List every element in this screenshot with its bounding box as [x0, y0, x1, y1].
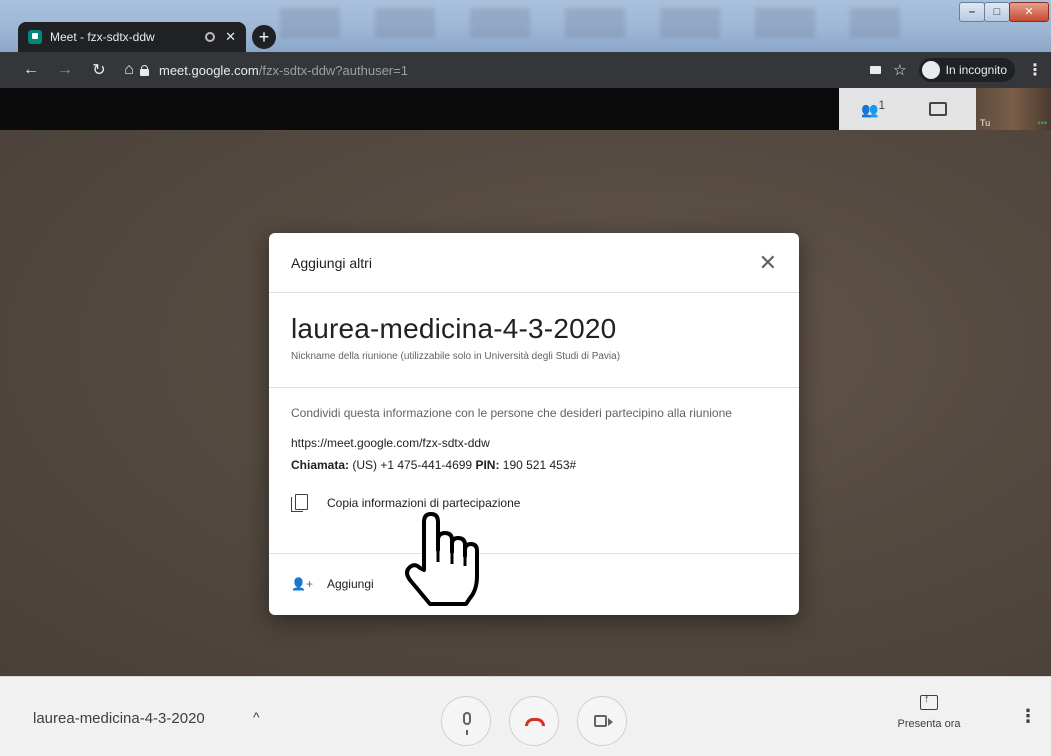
meeting-name-section: laurea-medicina-4-3-2020 Nickname della … [269, 293, 799, 388]
copy-label: Copia informazioni di partecipazione [327, 496, 521, 510]
pin-value: 190 521 453# [499, 458, 577, 472]
add-label: Aggiungi [326, 577, 374, 591]
meeting-details-name[interactable]: laurea-medicina-4-3-2020 [33, 710, 205, 727]
more-options-icon[interactable]: ⋮ [1019, 707, 1037, 725]
recording-indicator-icon [205, 32, 216, 42]
bookmark-star-icon[interactable]: ☆ [893, 61, 906, 79]
back-arrow-icon[interactable]: ← [18, 61, 44, 79]
maximize-icon: □ [993, 6, 1001, 18]
address-bar[interactable]: meet.google.com/fzx-sdtx-ddw?authuser=1 [140, 57, 840, 83]
pin-label: PIN: [475, 458, 500, 472]
phone-hangup-icon [525, 718, 545, 726]
joining-info-section: Condividi questa informazione con le per… [269, 388, 799, 554]
browser-tab-meet[interactable]: Meet - fzx-sdtx-ddw ✕ [18, 22, 246, 52]
close-icon: ✕ [1024, 6, 1034, 18]
nickname-note: Nickname della riunione (utilizzabile so… [291, 351, 621, 362]
microphone-icon [463, 712, 471, 735]
copy-joining-info-button[interactable]: Copia informazioni di partecipazione [291, 494, 777, 512]
minimize-icon: – [968, 6, 976, 18]
people-icon[interactable]: 👥1 [861, 99, 885, 119]
self-label: Tu [980, 118, 991, 128]
dialog-header: Aggiungi altri ✕ [269, 233, 799, 293]
dialog-title: Aggiungi altri [291, 254, 372, 271]
join-url: https://meet.google.com/fzx-sdtx-ddw [291, 436, 490, 450]
microphone-button[interactable] [441, 696, 491, 746]
add-people-dialog: Aggiungi altri ✕ laurea-medicina-4-3-202… [269, 233, 799, 615]
copy-icon [291, 494, 308, 512]
camera-button[interactable] [577, 696, 627, 746]
add-person-icon: 👤+ [291, 577, 313, 591]
dial-label: Chiamata: [291, 458, 350, 472]
background-window-blur [280, 8, 900, 38]
meeting-nickname: laurea-medicina-4-3-2020 [291, 313, 617, 344]
browser-menu-icon[interactable]: ⋮ [1027, 60, 1043, 80]
self-video-tile[interactable]: Tu ••• [976, 88, 1051, 130]
share-instructions: Condividi questa informazione con le per… [291, 406, 732, 420]
incognito-badge[interactable]: In incognito [918, 58, 1015, 82]
window-maximize-button[interactable]: □ [984, 2, 1010, 22]
browser-toolbar: ← → ↻ ⌂ meet.google.com/fzx-sdtx-ddw?aut… [0, 52, 1051, 88]
incognito-icon [921, 61, 940, 79]
leave-call-button[interactable] [509, 696, 559, 746]
dialog-close-icon[interactable]: ✕ [759, 251, 777, 274]
tab-title: Meet - fzx-sdtx-ddw [50, 30, 155, 44]
present-label: Presenta ora [897, 718, 961, 730]
chevron-up-icon[interactable]: ^ [253, 709, 260, 725]
window-titlebar: Meet - fzx-sdtx-ddw ✕ + – □ ✕ [0, 0, 1051, 52]
chat-icon[interactable] [928, 102, 947, 116]
url-path: /fzx-sdtx-ddw?authuser=1 [258, 62, 408, 78]
audio-indicator-icon: ••• [1037, 118, 1047, 128]
window-minimize-button[interactable]: – [959, 2, 985, 22]
camera-in-use-icon[interactable] [870, 66, 882, 74]
video-camera-icon [594, 715, 613, 727]
new-tab-button[interactable]: + [252, 25, 276, 49]
window-close-button[interactable]: ✕ [1009, 2, 1049, 22]
meet-bottom-bar: laurea-medicina-4-3-2020 ^ Presenta ora … [0, 676, 1051, 756]
meet-favicon-icon [28, 30, 42, 44]
present-screen-icon [920, 693, 938, 710]
url-host: meet.google.com [159, 62, 259, 78]
dial-number: (US) +1 475-441-4699 [349, 458, 476, 472]
present-now-button[interactable]: Presenta ora [888, 693, 970, 730]
forward-arrow-icon[interactable]: → [52, 61, 78, 79]
dial-in-line: Chiamata: (US) +1 475-441-4699 PIN: 190 … [291, 458, 777, 472]
hand-pointer-cursor-icon [405, 512, 479, 606]
toolbar-right: ☆ In incognito ⋮ [870, 58, 1043, 82]
people-count: 1 [878, 99, 885, 113]
lock-icon[interactable] [140, 64, 149, 76]
home-icon[interactable]: ⌂ [116, 61, 142, 79]
incognito-label: In incognito [945, 63, 1007, 77]
tab-close-icon[interactable]: ✕ [225, 29, 236, 45]
add-people-button[interactable]: 👤+ Aggiungi [269, 554, 799, 614]
meet-top-controls: 👥1 [839, 88, 976, 130]
reload-icon[interactable]: ↻ [86, 60, 112, 80]
